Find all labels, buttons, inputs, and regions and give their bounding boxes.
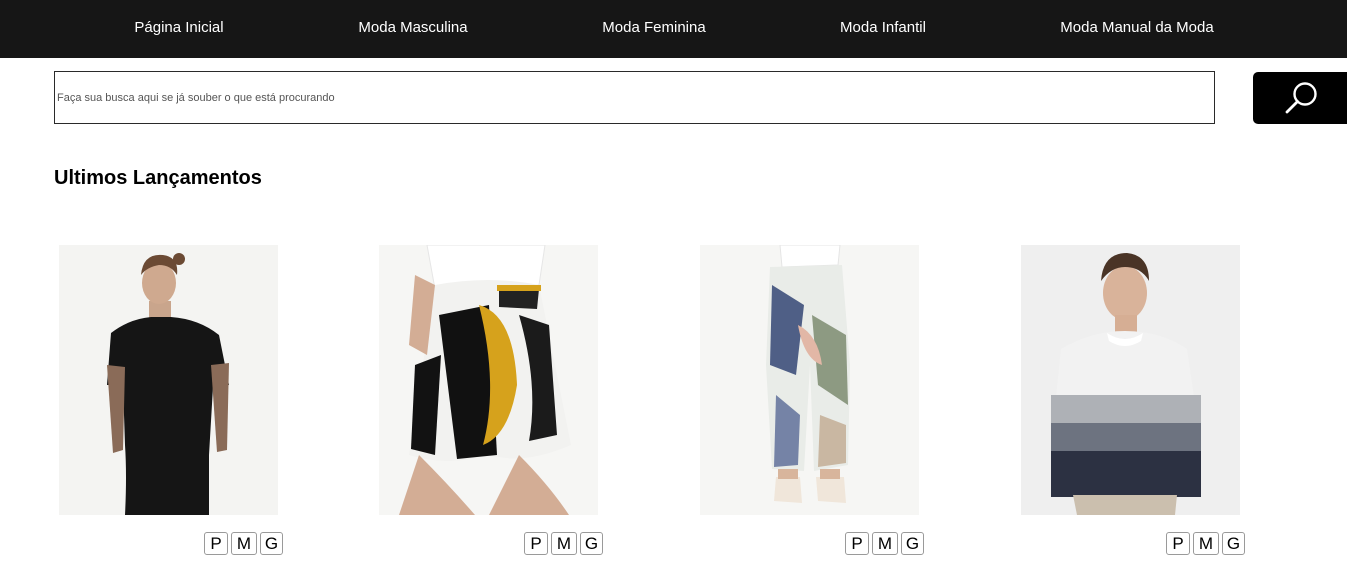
size-p-button[interactable]: P xyxy=(845,532,869,555)
product-card[interactable]: P M G xyxy=(59,245,290,557)
size-selector: P M G xyxy=(845,532,927,556)
size-m-button[interactable]: M xyxy=(231,532,257,555)
product-image-woman-floral-pants[interactable] xyxy=(700,245,919,515)
product-card[interactable]: P M G xyxy=(1021,245,1252,557)
size-selector: P M G xyxy=(524,532,606,556)
size-p-button[interactable]: P xyxy=(524,532,548,555)
nav-item-pagina-inicial[interactable]: Página Inicial xyxy=(134,0,223,58)
size-g-button[interactable]: G xyxy=(260,532,283,555)
size-p-button[interactable]: P xyxy=(204,532,228,555)
search-button[interactable] xyxy=(1253,72,1347,124)
size-m-button[interactable]: M xyxy=(872,532,898,555)
product-image-man-striped-sweater[interactable] xyxy=(1021,245,1240,515)
section-title: Ultimos Lançamentos xyxy=(54,167,262,189)
product-card[interactable]: P M G xyxy=(379,245,610,557)
size-selector: P M G xyxy=(204,532,286,556)
size-g-button[interactable]: G xyxy=(580,532,603,555)
search-input[interactable] xyxy=(54,71,1215,124)
size-g-button[interactable]: G xyxy=(1222,532,1245,555)
product-card[interactable]: P M G xyxy=(700,245,931,557)
product-image-man-black-tshirt[interactable] xyxy=(59,245,278,515)
top-navigation: Página Inicial Moda Masculina Moda Femin… xyxy=(0,0,1347,58)
size-m-button[interactable]: M xyxy=(1193,532,1219,555)
nav-item-moda-infantil[interactable]: Moda Infantil xyxy=(840,0,926,58)
size-g-button[interactable]: G xyxy=(901,532,924,555)
nav-item-moda-feminina[interactable]: Moda Feminina xyxy=(602,0,705,58)
nav-item-moda-manual[interactable]: Moda Manual da Moda xyxy=(1060,0,1213,58)
size-p-button[interactable]: P xyxy=(1166,532,1190,555)
size-selector: P M G xyxy=(1166,532,1248,556)
search-icon xyxy=(1285,82,1317,114)
size-m-button[interactable]: M xyxy=(551,532,577,555)
product-image-woman-printed-shorts[interactable] xyxy=(379,245,598,515)
nav-item-moda-masculina[interactable]: Moda Masculina xyxy=(358,0,467,58)
